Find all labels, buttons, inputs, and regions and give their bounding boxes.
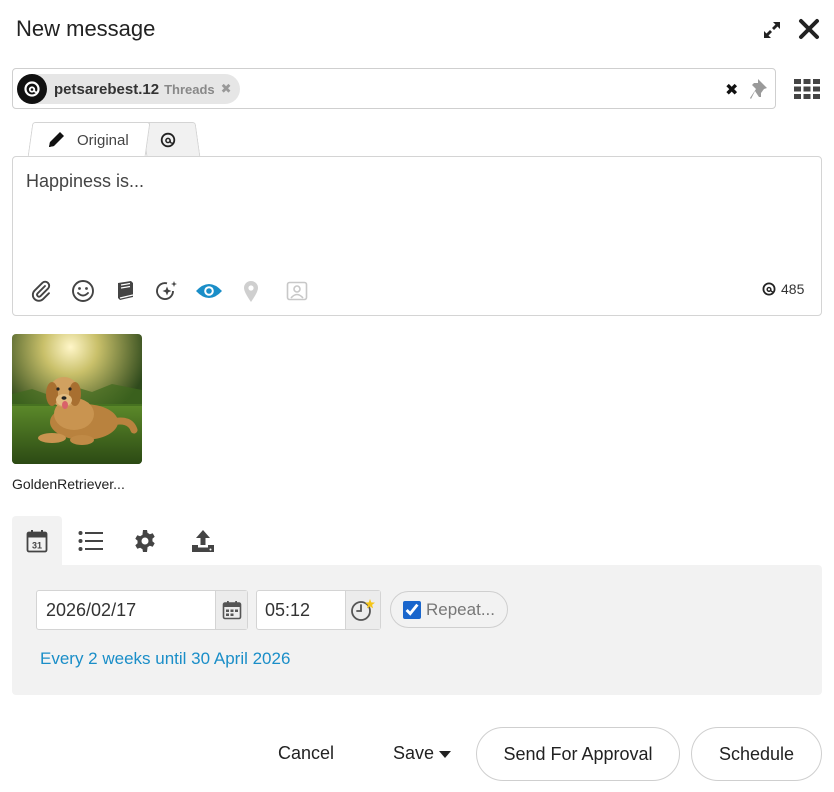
date-input[interactable] [37,591,215,629]
threads-avatar-icon [17,74,47,104]
pencil-icon [49,132,64,147]
message-composer[interactable]: Happiness is... 485 [12,156,822,316]
gear-icon [135,530,155,552]
save-label: Save [393,743,435,763]
cancel-button[interactable]: Cancel [278,743,334,764]
clear-recipients-icon[interactable]: ✖ [725,80,738,100]
save-dropdown-button[interactable]: Save [393,743,452,764]
recipient-name: petsarebest.12 [54,80,160,98]
schedule-panel: Repeat... Every 2 weeks until 30 April 2… [12,565,822,695]
dialog-footer: Cancel Save Send For Approval Schedule [0,727,834,781]
repeat-toggle[interactable]: Repeat... [390,591,508,628]
threads-icon [159,131,177,154]
time-input[interactable] [257,591,345,629]
caret-down-icon [439,750,452,758]
list-icon [78,531,103,551]
tab-settings[interactable] [120,516,170,566]
media-thumbnail[interactable] [12,334,142,464]
character-count: 485 [781,281,805,297]
send-for-approval-button[interactable]: Send For Approval [476,727,680,781]
dialog-header: New message [16,14,822,46]
location-icon[interactable] [237,277,265,305]
calendar-picker-icon[interactable] [215,591,247,629]
schedule-button[interactable]: Schedule [691,727,822,781]
tag-people-icon[interactable] [283,277,311,305]
library-icon[interactable] [111,277,139,305]
tab-original-content: Original [46,130,129,150]
svg-text:31: 31 [32,541,42,551]
remove-recipient-icon[interactable]: ✖ [221,81,232,97]
tab-publish[interactable] [178,516,228,566]
grid-menu-icon[interactable] [793,77,821,101]
media-filename: GoldenRetriever... [12,476,125,492]
emoji-icon[interactable] [69,277,97,305]
tab-original-label: Original [77,131,129,149]
pin-icon[interactable] [749,77,771,101]
character-counter: 485 [761,281,804,297]
close-icon[interactable] [796,16,822,42]
dialog-title: New message [16,16,156,41]
recipient-chip: petsarebest.12 Threads ✖ [17,74,240,104]
repeat-label: Repeat... [426,599,495,619]
message-text[interactable]: Happiness is... [26,171,144,192]
ai-assist-icon[interactable] [153,277,181,305]
tab-schedule[interactable]: 31 [12,516,62,566]
preview-eye-icon[interactable] [195,277,223,305]
repeat-summary-link[interactable]: Every 2 weeks until 30 April 2026 [40,649,290,669]
time-picker [256,590,381,630]
recipient-network: Threads [164,81,215,97]
attachment-icon[interactable] [27,277,55,305]
auto-time-clock-icon[interactable] [345,591,380,629]
repeat-checkbox[interactable] [403,600,421,619]
recipient-field[interactable]: petsarebest.12 Threads ✖ ✖ [12,68,776,109]
threads-counter-icon [762,282,776,296]
schedule-tabs: 31 [12,516,822,566]
upload-icon [192,530,214,552]
calendar-icon: 31 [26,530,48,553]
date-picker [36,590,248,630]
tab-details[interactable] [66,516,116,566]
expand-icon[interactable] [760,18,784,42]
